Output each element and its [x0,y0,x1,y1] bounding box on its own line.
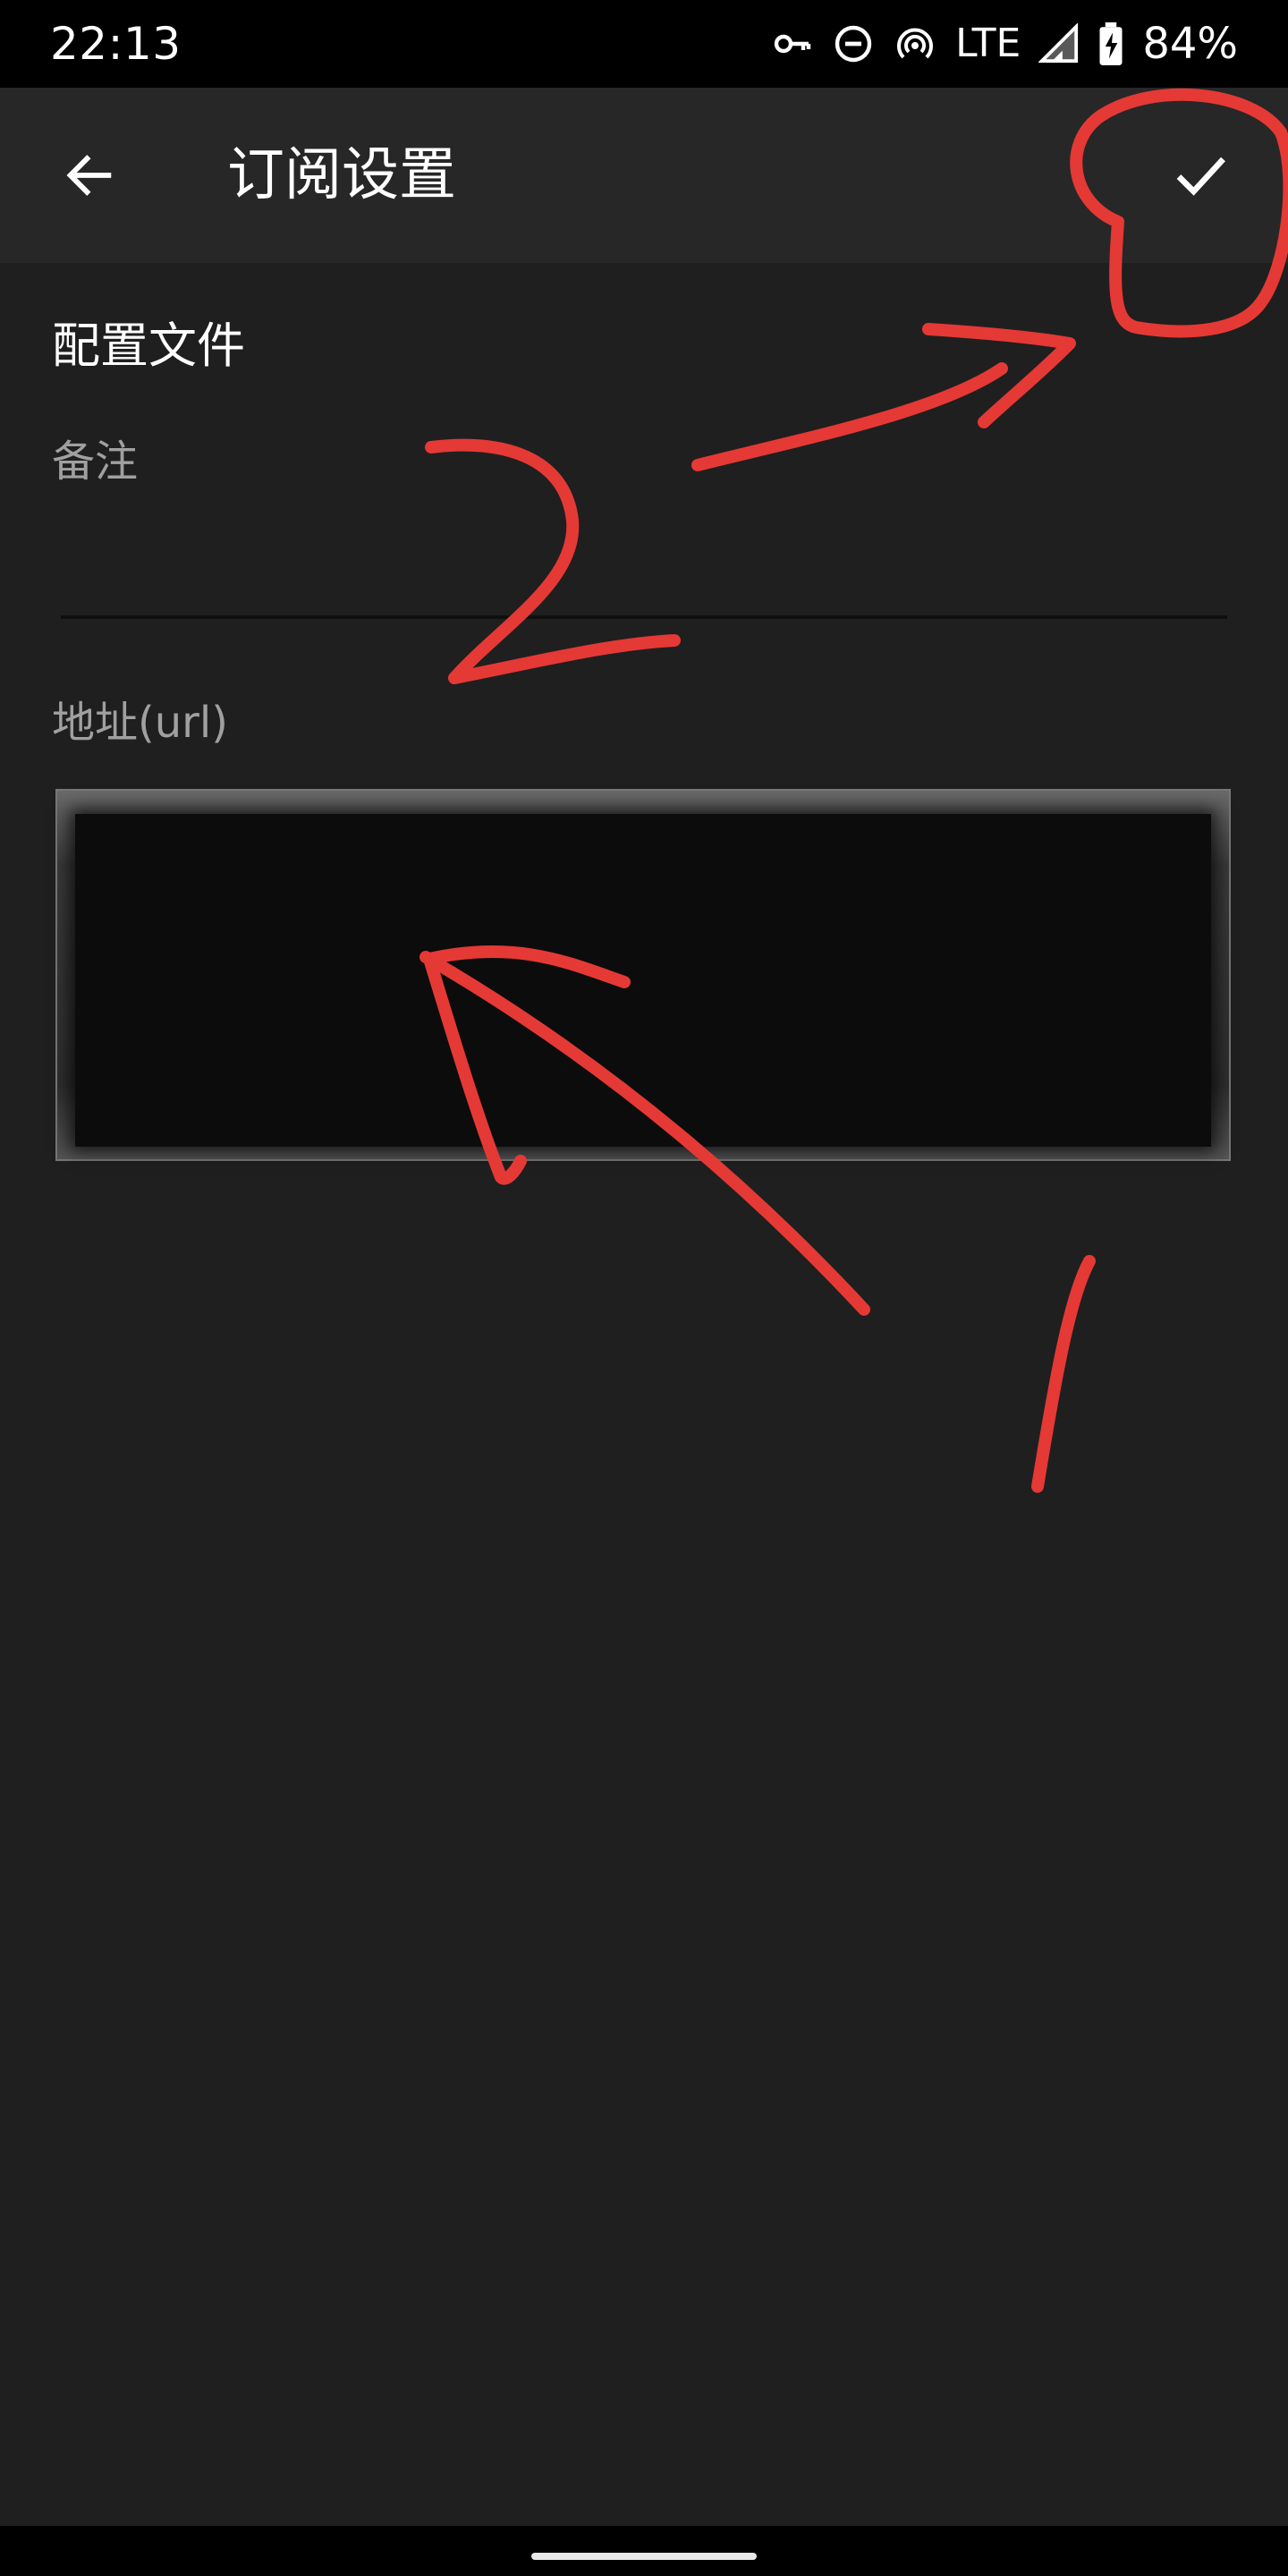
back-button[interactable] [43,129,136,222]
section-title: 配置文件 [52,318,245,374]
app-bar: 订阅设置 [0,88,1288,263]
page-title: 订阅设置 [227,142,456,208]
do-not-disturb-icon [835,25,872,63]
hotspot-icon [897,28,934,59]
battery-charging-icon [1099,22,1123,65]
url-input[interactable] [75,814,1211,1147]
battery-percent: 84% [1142,19,1238,69]
settings-form: 配置文件 备注 地址(url) [0,263,1288,2526]
url-field-frame [55,789,1231,1161]
network-type: LTE [955,21,1021,66]
status-icons: LTE 84% [771,16,1238,72]
signal-icon [1038,23,1079,64]
remark-input[interactable] [61,522,1227,619]
check-icon [1176,157,1225,196]
gesture-handle[interactable] [531,2553,757,2560]
status-time: 22:13 [50,18,182,70]
navigation-bar [0,2526,1288,2576]
arrow-back-icon [66,155,112,196]
status-bar: 22:13 LTE 84% [0,0,1288,88]
url-label: 地址(url) [52,698,228,748]
confirm-button[interactable] [1152,127,1249,224]
remark-label: 备注 [52,436,139,487]
vpn-key-icon [774,34,811,54]
